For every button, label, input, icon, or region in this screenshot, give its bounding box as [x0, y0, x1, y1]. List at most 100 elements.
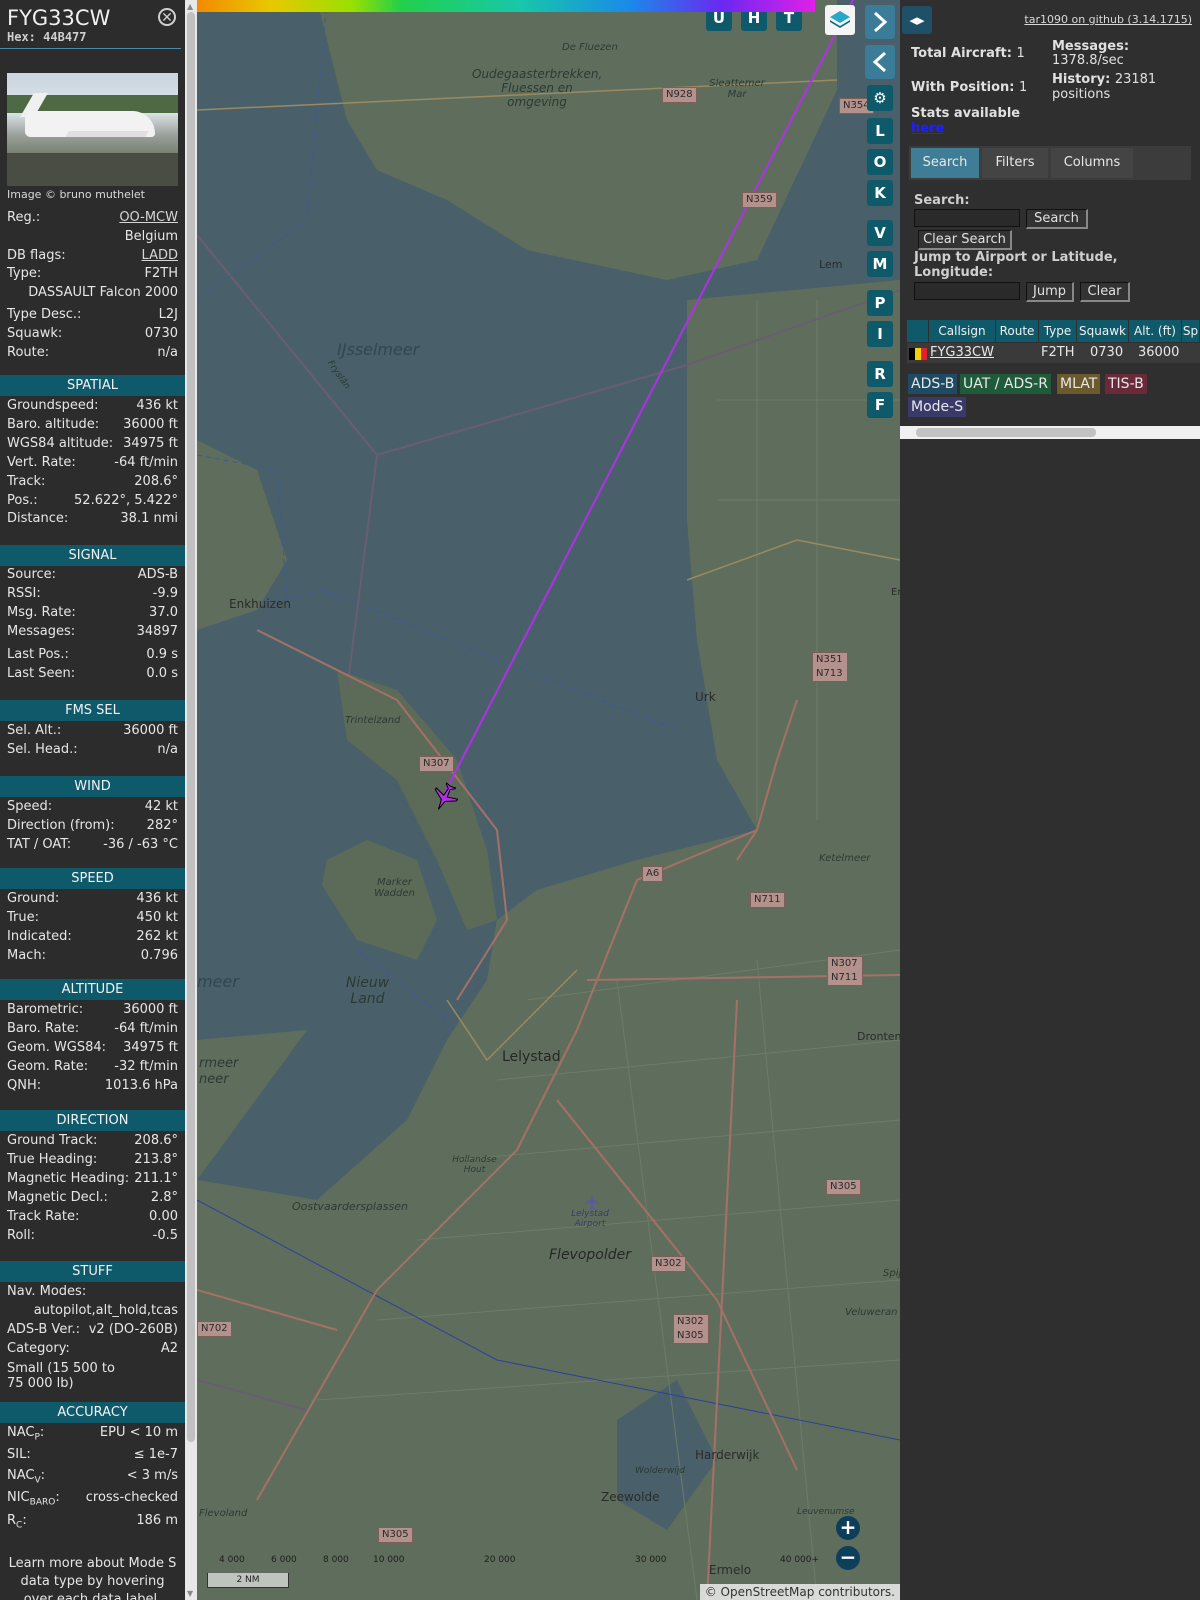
- data-row: Msg. Rate: 37.0: [7, 605, 178, 624]
- chevron-right-icon[interactable]: [865, 5, 895, 39]
- info-panel-scrollbar[interactable]: ▲ ▼: [185, 0, 197, 1600]
- map-label-marker-wadden: Marker Wadden: [374, 877, 415, 899]
- section-header-spatial: SPATIAL: [0, 375, 185, 396]
- data-row: Track Rate: 0.00: [7, 1209, 178, 1228]
- map-label-nieuw-land: Nieuw Land: [345, 975, 390, 1007]
- badge-tisb: TIS-B: [1105, 374, 1147, 394]
- with-position-stat: With Position: 1: [911, 80, 1027, 95]
- stats-link[interactable]: here: [911, 121, 944, 136]
- jump-button[interactable]: Jump: [1026, 282, 1074, 302]
- data-row-label: Mach:: [7, 948, 46, 963]
- map-button-l[interactable]: L: [867, 118, 893, 144]
- field-row-value[interactable]: LADD: [142, 248, 178, 263]
- map-button-f[interactable]: F: [867, 392, 893, 418]
- zoom-in-button[interactable]: +: [836, 1516, 860, 1540]
- map-label-flevoland: Flevoland: [199, 1508, 248, 1519]
- map-label-slotermeer: Sleattemer Mar: [709, 78, 765, 100]
- field-row-value[interactable]: OO-MCW: [119, 210, 178, 225]
- data-row-value: A2: [160, 1341, 178, 1356]
- tab-columns[interactable]: Columns: [1051, 148, 1133, 178]
- clear-button[interactable]: Clear: [1080, 282, 1130, 302]
- aircraft-hex: Hex: 44B477: [7, 30, 174, 44]
- search-button[interactable]: Search: [1026, 209, 1088, 229]
- nav-modes-label: Nav. Modes:: [7, 1284, 87, 1299]
- tab-filters[interactable]: Filters: [982, 148, 1048, 178]
- field-row-label: DB flags:: [7, 248, 66, 263]
- accuracy-label-text: R: [7, 1513, 17, 1528]
- section-header-altitude: ALTITUDE: [0, 979, 185, 1000]
- accuracy-label: NACP:: [7, 1425, 44, 1443]
- field-row-value: L2J: [158, 307, 178, 322]
- map-button-k[interactable]: K: [867, 180, 893, 206]
- map-button-r[interactable]: R: [867, 361, 893, 387]
- data-row: Geom. WGS84: 34975 ft: [7, 1040, 178, 1059]
- field-row-value: F2TH: [144, 266, 178, 281]
- data-row: Ground Track: 208.6°: [7, 1133, 178, 1152]
- data-row-value: -32 ft/min: [114, 1059, 178, 1074]
- settings-gear-icon[interactable]: ⚙: [867, 85, 893, 111]
- hex-value: 44B477: [43, 30, 87, 44]
- data-row-label: Last Seen:: [7, 666, 76, 681]
- section-header-accuracy: ACCURACY: [0, 1402, 185, 1423]
- accuracy-colon: :: [22, 1513, 27, 1528]
- data-row-label: True:: [7, 910, 39, 925]
- table-header-route[interactable]: Route: [996, 320, 1039, 342]
- scroll-down-icon[interactable]: ▼: [187, 1589, 193, 1598]
- map-button-v[interactable]: V: [867, 220, 893, 246]
- tab-search[interactable]: Search: [911, 148, 979, 178]
- data-row: Groundspeed: 436 kt: [7, 398, 178, 417]
- table-horizontal-scrollbar[interactable]: [900, 426, 1200, 439]
- scroll-up-icon[interactable]: ▲: [187, 2, 193, 11]
- category-description: Small (15 500 to 75 000 lb): [7, 1361, 115, 1391]
- data-row: Last Pos.: 0.9 s: [7, 647, 178, 666]
- aircraft-photo[interactable]: [7, 73, 178, 186]
- section-header-signal: SIGNAL: [0, 545, 185, 566]
- data-row: Pos.: 52.622°, 5.422°: [7, 493, 178, 512]
- data-row-label: Magnetic Decl.:: [7, 1190, 108, 1205]
- map-label-oudegaaster: Oudegaasterbrekken, Fluessen en omgeving: [472, 67, 603, 109]
- scrollbar-thumb[interactable]: [916, 428, 1096, 437]
- table-header-squawk[interactable]: Squawk: [1077, 320, 1129, 342]
- section-header-speed: SPEED: [0, 868, 185, 889]
- accuracy-row: RC: 186 m: [7, 1513, 178, 1532]
- history-value: 23181: [1114, 72, 1157, 87]
- map-button-i[interactable]: I: [867, 321, 893, 347]
- scrollbar-thumb[interactable]: [187, 12, 195, 1442]
- chevron-left-icon[interactable]: [865, 45, 895, 79]
- table-header-altitude[interactable]: Alt. (ft): [1129, 320, 1182, 342]
- table-header-callsign[interactable]: Callsign: [929, 320, 996, 342]
- clear-search-button[interactable]: Clear Search: [918, 230, 1012, 250]
- field-row: Route: n/a: [7, 345, 178, 364]
- github-link[interactable]: tar1090 on github (3.14.1715): [1024, 13, 1192, 26]
- map-button-o[interactable]: O: [867, 149, 893, 175]
- field-row: DASSAULT Falcon 2000: [7, 285, 178, 304]
- attribution-link[interactable]: OpenStreetMap: [721, 1585, 815, 1599]
- data-row: Distance: 38.1 nmi: [7, 511, 178, 530]
- map-button-p[interactable]: P: [867, 290, 893, 316]
- table-header-flag: [907, 320, 929, 342]
- accuracy-colon: :: [40, 1468, 46, 1483]
- table-header-type[interactable]: Type: [1039, 320, 1077, 342]
- data-row-label: Track:: [7, 474, 46, 489]
- field-row[interactable]: DB flags: LADD: [7, 248, 178, 267]
- row-squawk: 0730: [1090, 345, 1124, 360]
- data-row-label: Distance:: [7, 511, 69, 526]
- expand-collapse-icon[interactable]: ◂▸: [902, 6, 932, 34]
- map-button-m[interactable]: M: [867, 251, 893, 277]
- search-input[interactable]: [914, 209, 1020, 227]
- table-header-speed[interactable]: Sp: [1182, 320, 1200, 342]
- row-callsign[interactable]: FYG33CW: [930, 343, 994, 363]
- data-row-value: 0.0 s: [146, 666, 178, 681]
- field-row[interactable]: Reg.: OO-MCW: [7, 210, 178, 229]
- hex-label: Hex:: [7, 30, 36, 44]
- close-icon[interactable]: ✕: [158, 8, 176, 26]
- layers-icon[interactable]: [825, 5, 855, 35]
- data-row-label: Geom. WGS84:: [7, 1040, 107, 1055]
- data-row-label: WGS84 altitude:: [7, 436, 114, 451]
- messages-value: 1378.8/sec: [1052, 53, 1124, 68]
- section-header-direction: DIRECTION: [0, 1110, 185, 1131]
- map-view[interactable]: IJsselmeer Oudegaasterbrekken, Fluessen …: [197, 0, 900, 1600]
- data-row: QNH: 1013.6 hPa: [7, 1078, 178, 1097]
- jump-input[interactable]: [914, 282, 1020, 300]
- zoom-out-button[interactable]: −: [836, 1546, 860, 1570]
